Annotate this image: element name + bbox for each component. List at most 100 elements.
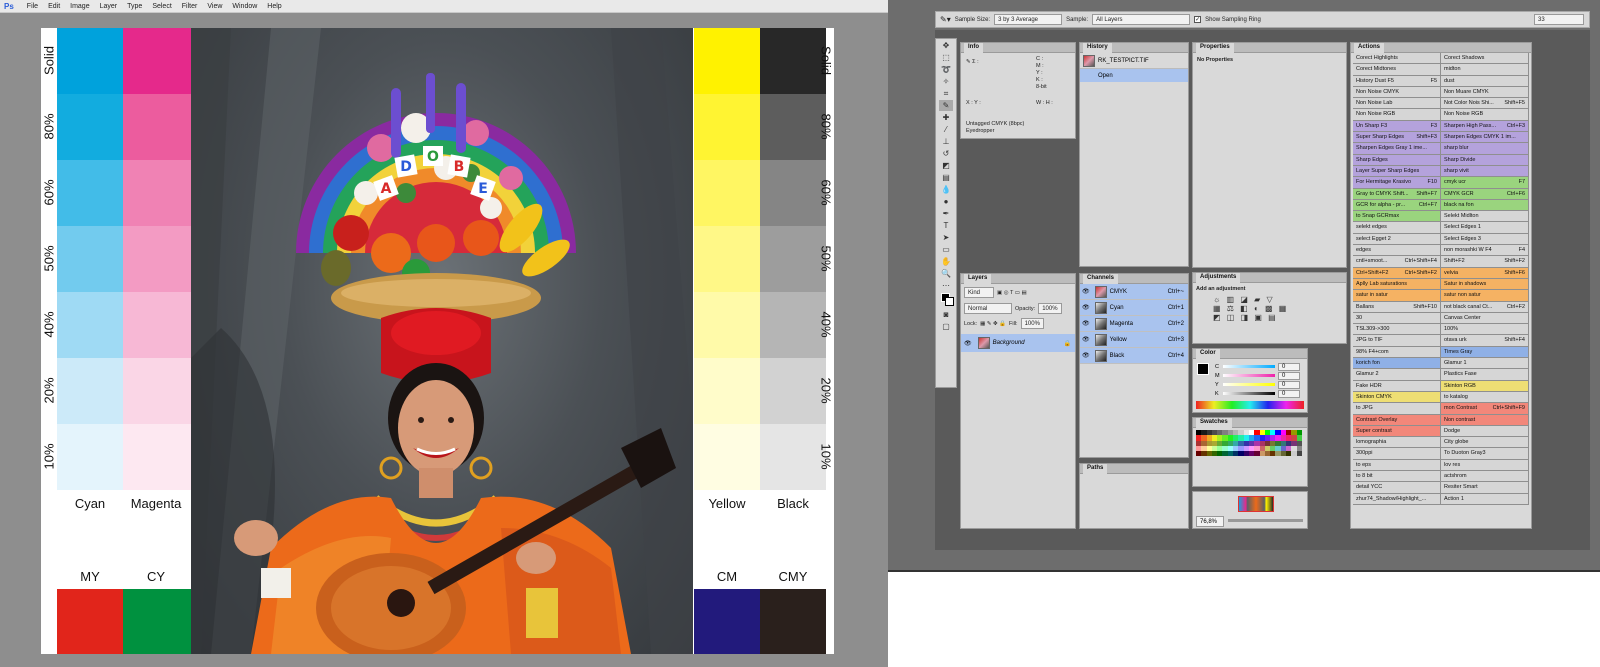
navigator-zoom-slider[interactable]	[1228, 519, 1303, 522]
channel-row-yellow[interactable]: 👁 Yellow Ctrl+3	[1080, 332, 1188, 348]
eraser-tool-icon[interactable]: ◩	[939, 160, 953, 171]
eyedropper-icon[interactable]: ✎	[939, 100, 953, 111]
history-step-open[interactable]: Open	[1080, 69, 1188, 82]
action-button[interactable]: Fake HDR	[1353, 380, 1441, 391]
color-slider-m[interactable]: M0	[1215, 371, 1300, 380]
action-button[interactable]: CMYK GCR Ctrl+F6	[1441, 188, 1529, 199]
quick-mask-icon[interactable]: ◙	[939, 309, 953, 320]
layers-panel-tab[interactable]: Layers	[964, 274, 992, 284]
action-button[interactable]: 98% F4+com	[1353, 346, 1441, 358]
action-button[interactable]: Corect Shadows	[1441, 53, 1529, 64]
move-tool-icon[interactable]: ✥	[939, 40, 953, 51]
paths-panel-tab[interactable]: Paths	[1083, 464, 1108, 474]
action-button[interactable]: GCR for alpha - pr... Ctrl+F7	[1353, 199, 1441, 211]
action-button[interactable]: to Snap GCRmax	[1353, 211, 1441, 222]
menu-window[interactable]: Window	[227, 3, 262, 10]
menu-layer[interactable]: Layer	[95, 3, 123, 10]
action-button[interactable]: Not Color Nois Shi... Shift+F5	[1441, 98, 1529, 109]
action-button[interactable]: Super Sharp Edges Shift+F3	[1353, 132, 1441, 143]
actions-panel-tab[interactable]: Actions	[1354, 43, 1385, 53]
document-canvas[interactable]: Solid 80% 60% 50% 40% 20% 10% Cyan Magenta Yel…	[41, 28, 834, 654]
action-button[interactable]: otava urk Shift+F4	[1441, 335, 1529, 346]
action-button[interactable]: Non Muare CMYK	[1441, 86, 1529, 98]
action-button[interactable]: JPG to TIF	[1353, 335, 1441, 346]
color-slider-track[interactable]	[1223, 383, 1275, 386]
action-button[interactable]: 100%	[1441, 324, 1529, 335]
menu-image[interactable]: Image	[65, 3, 94, 10]
action-button[interactable]: midton	[1441, 64, 1529, 75]
action-button[interactable]: Glamur 2	[1353, 369, 1441, 380]
action-button[interactable]: mon Contrast Ctrl+Shift+F9	[1441, 403, 1529, 414]
menu-type[interactable]: Type	[122, 3, 147, 10]
action-button[interactable]: Non Noise Lab	[1353, 98, 1441, 109]
type-tool-icon[interactable]: T	[939, 220, 953, 231]
action-button[interactable]: cntl+smoot... Ctrl+Shift+F4	[1353, 256, 1441, 267]
action-button[interactable]: TSL309->300	[1353, 324, 1441, 335]
channels-panel-tab[interactable]: Channels	[1083, 274, 1119, 284]
action-button[interactable]: Contrast Overlay	[1353, 414, 1441, 425]
action-button[interactable]: Select Edges 3	[1441, 233, 1529, 245]
action-button[interactable]: non morashki W F4 F4	[1441, 245, 1529, 256]
channel-visibility-eye-icon[interactable]: 👁	[1082, 336, 1090, 343]
action-button[interactable]: not black canal Ct... Ctrl+F2	[1441, 301, 1529, 312]
action-button[interactable]: lov res	[1441, 459, 1529, 470]
swatches-panel-tab[interactable]: Swatches	[1196, 418, 1232, 428]
action-button[interactable]: black na fon	[1441, 199, 1529, 211]
marquee-tool-icon[interactable]: ⬚	[939, 52, 953, 63]
channel-row-cyan[interactable]: 👁 Cyan Ctrl+1	[1080, 300, 1188, 316]
quick-select-tool-icon[interactable]: ✧	[939, 76, 953, 87]
action-button[interactable]: 30	[1353, 312, 1441, 324]
blend-mode-select[interactable]: Normal	[964, 303, 1012, 314]
action-button[interactable]: Resiter Smart	[1441, 482, 1529, 493]
action-button[interactable]: Aplly Lab saturations	[1353, 278, 1441, 290]
sample-size-select[interactable]: 3 by 3 Average	[994, 14, 1063, 25]
navigator-thumbnail[interactable]	[1238, 496, 1274, 512]
action-button[interactable]: Non contrast	[1441, 414, 1529, 425]
navigator-zoom-input[interactable]: 76,8%	[1196, 516, 1224, 527]
more-tools-icon[interactable]: ⋯	[939, 280, 953, 291]
history-panel-tab[interactable]: History	[1083, 43, 1112, 53]
menu-filter[interactable]: Filter	[177, 3, 203, 10]
action-button[interactable]: Dodge	[1441, 425, 1529, 437]
action-button[interactable]: To Duoton Gray3	[1441, 448, 1529, 459]
action-button[interactable]: 300ppi	[1353, 448, 1441, 459]
action-button[interactable]: Non Noise RGB	[1353, 109, 1441, 120]
action-button[interactable]: satur in satur	[1353, 290, 1441, 301]
action-button[interactable]: to JPG	[1353, 403, 1441, 414]
color-value-input[interactable]: 0	[1278, 371, 1300, 380]
action-button[interactable]: Super contrast	[1353, 425, 1441, 437]
properties-panel-tab[interactable]: Properties	[1196, 43, 1234, 53]
sample-select[interactable]: All Layers	[1092, 14, 1191, 25]
channel-row-cmyk[interactable]: 👁 CMYK Ctrl+~	[1080, 284, 1188, 300]
action-button[interactable]: Non Noise RGB	[1441, 109, 1529, 120]
action-button[interactable]: to 8 bit	[1353, 470, 1441, 482]
color-slider-k[interactable]: K0	[1215, 389, 1300, 398]
action-button[interactable]: sharp blur	[1441, 143, 1529, 154]
action-button[interactable]: Canvas Center	[1441, 312, 1529, 324]
adjustment-icons-row-3[interactable]: ◩ ◫ ◨ ▣ ▤	[1193, 313, 1346, 322]
color-value-input[interactable]: 0	[1278, 380, 1300, 389]
zoom-tool-icon[interactable]: 🔍	[939, 268, 953, 279]
color-value-input[interactable]: 0	[1278, 389, 1300, 398]
crop-tool-icon[interactable]: ⌗	[939, 88, 953, 99]
gradient-tool-icon[interactable]: ▤	[939, 172, 953, 183]
color-slider-track[interactable]	[1223, 374, 1275, 377]
action-button[interactable]: cmyk ucr F7	[1441, 177, 1529, 188]
action-button[interactable]: Corect Highlights	[1353, 53, 1441, 64]
workspace-select[interactable]: 33	[1534, 14, 1584, 25]
color-value-input[interactable]: 0	[1278, 362, 1300, 371]
action-button[interactable]: edges	[1353, 245, 1441, 256]
path-select-icon[interactable]: ➤	[939, 232, 953, 243]
swatch-grid[interactable]	[1193, 428, 1307, 458]
action-button[interactable]: Gray to CMYK Shift... Shift+F7	[1353, 188, 1441, 199]
action-button[interactable]: Layer Super Sharp Edges	[1353, 165, 1441, 177]
screen-mode-icon[interactable]: ▢	[939, 321, 953, 332]
color-spectrum-bar[interactable]	[1196, 401, 1304, 409]
history-snapshot[interactable]: RK_TESTPICT.TIF	[1080, 53, 1188, 69]
action-button[interactable]: zhur74_Shadow/Highlight_...	[1353, 493, 1441, 504]
layer-row-background[interactable]: 👁 Background 🔒	[961, 334, 1075, 352]
action-button[interactable]: For Hermitage Krasivo F10	[1353, 177, 1441, 188]
action-button[interactable]: Times Gray	[1441, 346, 1529, 358]
action-button[interactable]: Glamur 1	[1441, 358, 1529, 369]
channel-visibility-eye-icon[interactable]: 👁	[1082, 288, 1090, 295]
